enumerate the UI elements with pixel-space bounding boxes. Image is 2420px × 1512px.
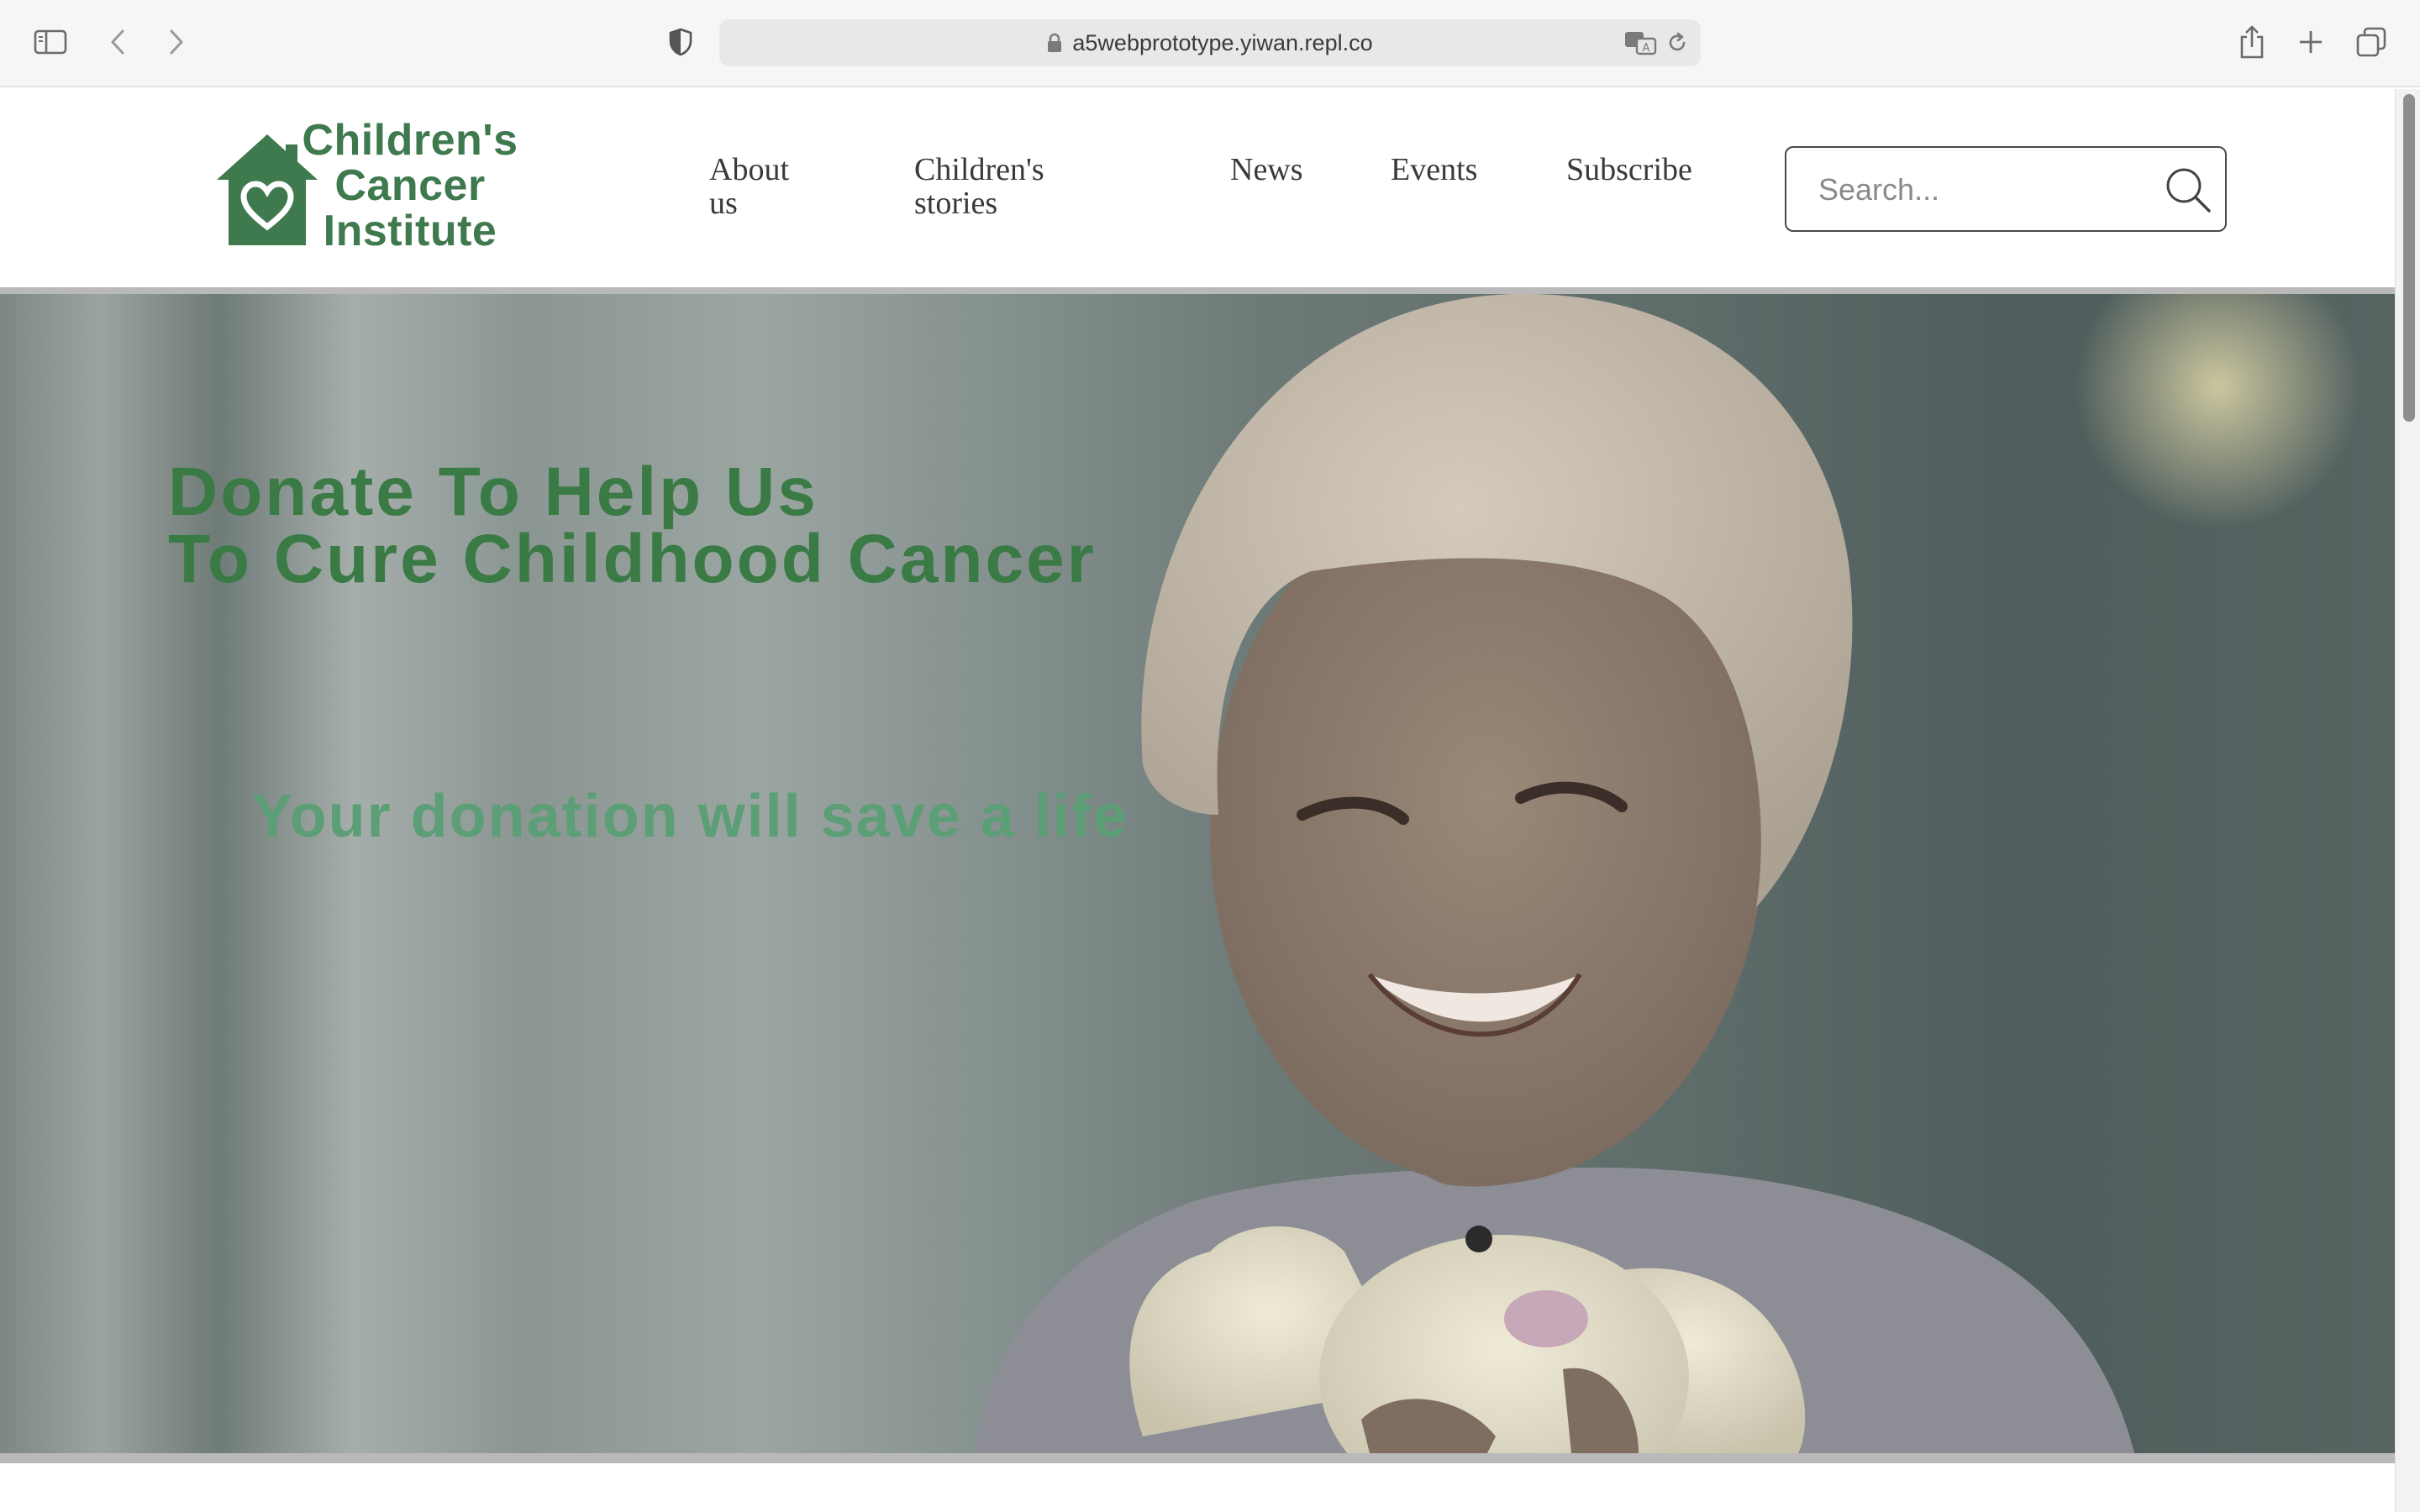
translate-icon[interactable]: A (1624, 30, 1658, 60)
shield-icon[interactable] (662, 24, 699, 60)
hero-title-line: To Cure Childhood Cancer (168, 521, 1097, 597)
hero-banner: Donate To Help Us To Cure Childhood Canc… (0, 294, 2395, 1453)
address-bar[interactable]: a5webprototype.yiwan.repl.co A (719, 19, 1701, 66)
search-icon[interactable] (2163, 165, 2213, 219)
scrollbar-thumb[interactable] (2403, 94, 2415, 422)
nav-subscribe[interactable]: Subscribe (1566, 153, 1692, 186)
new-tab-icon[interactable] (2292, 24, 2329, 60)
nav-about-us[interactable]: About us (709, 153, 818, 220)
lock-icon (1047, 33, 1062, 53)
nav-news[interactable]: News (1230, 153, 1303, 186)
nav-childrens-stories[interactable]: Children's stories (914, 153, 1082, 220)
divider (0, 1453, 2395, 1463)
hero-title-line: Donate To Help Us (168, 454, 818, 530)
hero-subtitle: Your donation will save a life (252, 783, 1128, 850)
page-scrollbar[interactable] (2395, 89, 2420, 1512)
search-input[interactable] (1818, 168, 2138, 212)
back-icon[interactable] (99, 24, 136, 60)
nav-events[interactable]: Events (1391, 153, 1477, 186)
site-logo[interactable]: Children's Cancer Institute (215, 118, 534, 260)
sidebar-icon[interactable] (32, 24, 69, 60)
logo-line: Institute (323, 207, 497, 255)
search-box (1785, 146, 2227, 232)
site-header: Children's Cancer Institute About us Chi… (0, 89, 2395, 289)
browser-toolbar: a5webprototype.yiwan.repl.co A (0, 0, 2420, 87)
url-text: a5webprototype.yiwan.repl.co (1072, 29, 1373, 55)
svg-text:A: A (1643, 42, 1650, 55)
logo-line: Cancer (334, 161, 486, 210)
share-icon[interactable] (2233, 24, 2270, 60)
divider (0, 287, 2395, 294)
forward-icon[interactable] (158, 24, 195, 60)
logo-line: Children's (302, 116, 518, 165)
hero-title: Donate To Help Us To Cure Childhood Canc… (168, 454, 1260, 597)
reload-icon[interactable] (1665, 31, 1689, 59)
logo-text: Children's Cancer Institute (284, 118, 536, 254)
tabs-icon[interactable] (2353, 24, 2390, 60)
